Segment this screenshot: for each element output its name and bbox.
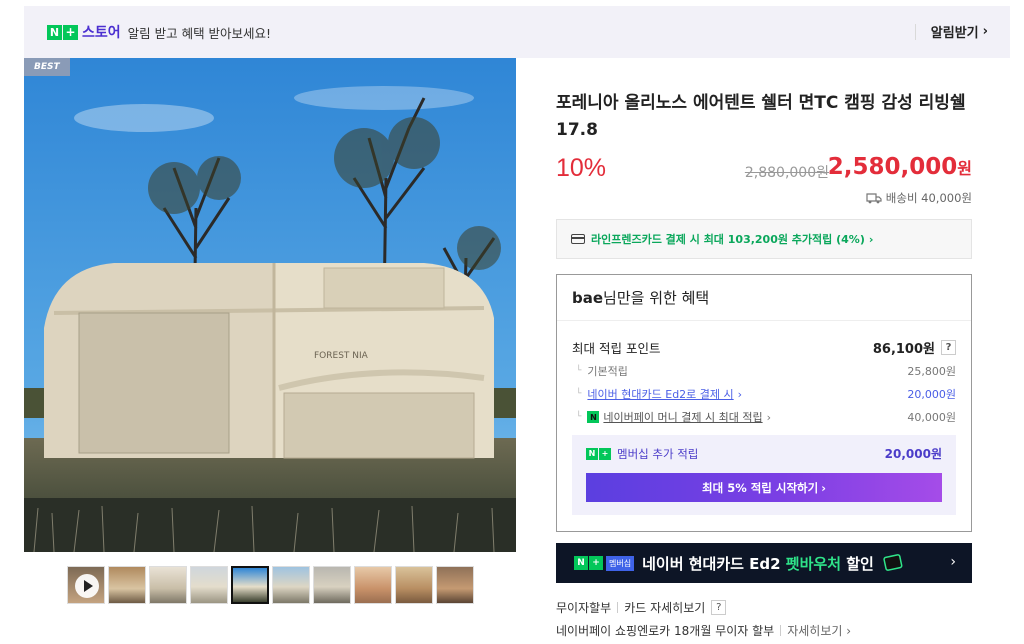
divider: [915, 24, 916, 40]
membership-badge: 멤버십: [606, 555, 635, 571]
thumbnail[interactable]: [190, 566, 228, 604]
npay-icon: N: [587, 411, 600, 423]
subscribe-alert-button[interactable]: 알림받기 ›: [931, 22, 988, 41]
thumbnail[interactable]: [436, 566, 474, 604]
shipping-fee: 배송비 40,000원: [866, 190, 972, 206]
chevron-right-icon: ›: [766, 410, 771, 424]
thumbnail-strip: [67, 566, 474, 604]
hyundai-card-banner[interactable]: N + 멤버십 네이버 현대카드 Ed2 펫바우처 할인 ›: [556, 543, 972, 583]
naver-plus-store-logo: N +: [47, 24, 78, 40]
card-promo-link[interactable]: 라인프렌즈카드 결제 시 최대 103,200원 추가적립 (4%) ›: [556, 219, 972, 259]
thumbnail-active[interactable]: [231, 566, 269, 604]
banner-text: 네이버 현대카드 Ed2 펫바우처 할인: [642, 554, 874, 573]
product-title: 포레니아 올리노스 에어텐트 쉘터 면TC 캠핑 감성 리빙쉘 17.8: [556, 93, 966, 140]
chevron-right-icon: ›: [821, 480, 826, 495]
discount-rate: 10%: [556, 154, 607, 182]
membership-points-value: 20,000원: [884, 447, 942, 461]
store-notice-bar: N + 스토어 알림 받고 혜택 받아보세요! 알림받기 ›: [24, 6, 1010, 58]
credit-card-icon: [571, 234, 585, 244]
truck-icon: [866, 192, 882, 203]
hyundai-card-points-row[interactable]: 네이버 현대카드 Ed2로 결제 시› 20,000원: [572, 386, 956, 402]
basic-points-row: 기본적립 25,800원: [572, 363, 956, 379]
thumbnail-video[interactable]: [67, 566, 105, 604]
thumbnail[interactable]: [108, 566, 146, 604]
thumbnail[interactable]: [313, 566, 351, 604]
chevron-right-icon: ›: [737, 387, 743, 401]
sale-price: 2,580,000원: [827, 154, 972, 180]
membership-box: N + 멤버십 추가 적립 20,000원 최대 5% 적립 시작하기 ›: [572, 435, 956, 515]
benefit-panel: bae님만을 위한 혜택 최대 적립 포인트 86,100원 ? 기본적립 25…: [556, 274, 972, 532]
card-illustration-icon: [883, 554, 903, 571]
product-main-image[interactable]: BEST FOREST NIA: [24, 58, 516, 552]
start-membership-button[interactable]: 최대 5% 적립 시작하기 ›: [586, 473, 942, 502]
chevron-right-icon: ›: [950, 554, 956, 570]
chevron-right-icon: ›: [982, 24, 988, 39]
store-label: 스토어: [82, 25, 121, 41]
play-icon: [75, 574, 99, 598]
installment-row: 무이자할부 카드 자세히보기 ?: [556, 599, 727, 616]
original-price: 2,880,000원: [744, 165, 829, 181]
benefit-heading: bae 님만을 위한 혜택: [557, 275, 971, 321]
thumbnail[interactable]: [395, 566, 433, 604]
chevron-right-icon: ›: [868, 232, 874, 246]
help-icon[interactable]: ?: [941, 340, 956, 355]
best-badge: BEST: [24, 58, 70, 76]
thumbnail[interactable]: [354, 566, 392, 604]
notice-message: 알림 받고 혜택 받아보세요!: [127, 25, 272, 41]
help-icon[interactable]: ?: [711, 600, 727, 615]
divider: [617, 602, 619, 613]
max-points-row: 최대 적립 포인트 86,100원 ?: [572, 338, 956, 357]
npay-money-points-row[interactable]: N네이버페이 머니 결제 시 최대 적립› 40,000원: [572, 409, 956, 425]
divider: [780, 625, 782, 636]
max-points-value: 86,100원: [872, 342, 935, 357]
thumbnail[interactable]: [272, 566, 310, 604]
naver-plus-icon: N +: [574, 556, 603, 570]
tent-photo: FOREST NIA: [24, 58, 516, 552]
naver-plus-icon: N +: [586, 447, 611, 460]
detail-link[interactable]: 자세히보기 ›: [787, 622, 851, 639]
npay-installment-row: 네이버페이 쇼핑엔로카 18개월 무이자 할부 자세히보기 ›: [556, 622, 852, 639]
tent-logo-text: FOREST NIA: [314, 351, 369, 361]
card-detail-link[interactable]: 카드 자세히보기: [624, 599, 705, 616]
thumbnail[interactable]: [149, 566, 187, 604]
